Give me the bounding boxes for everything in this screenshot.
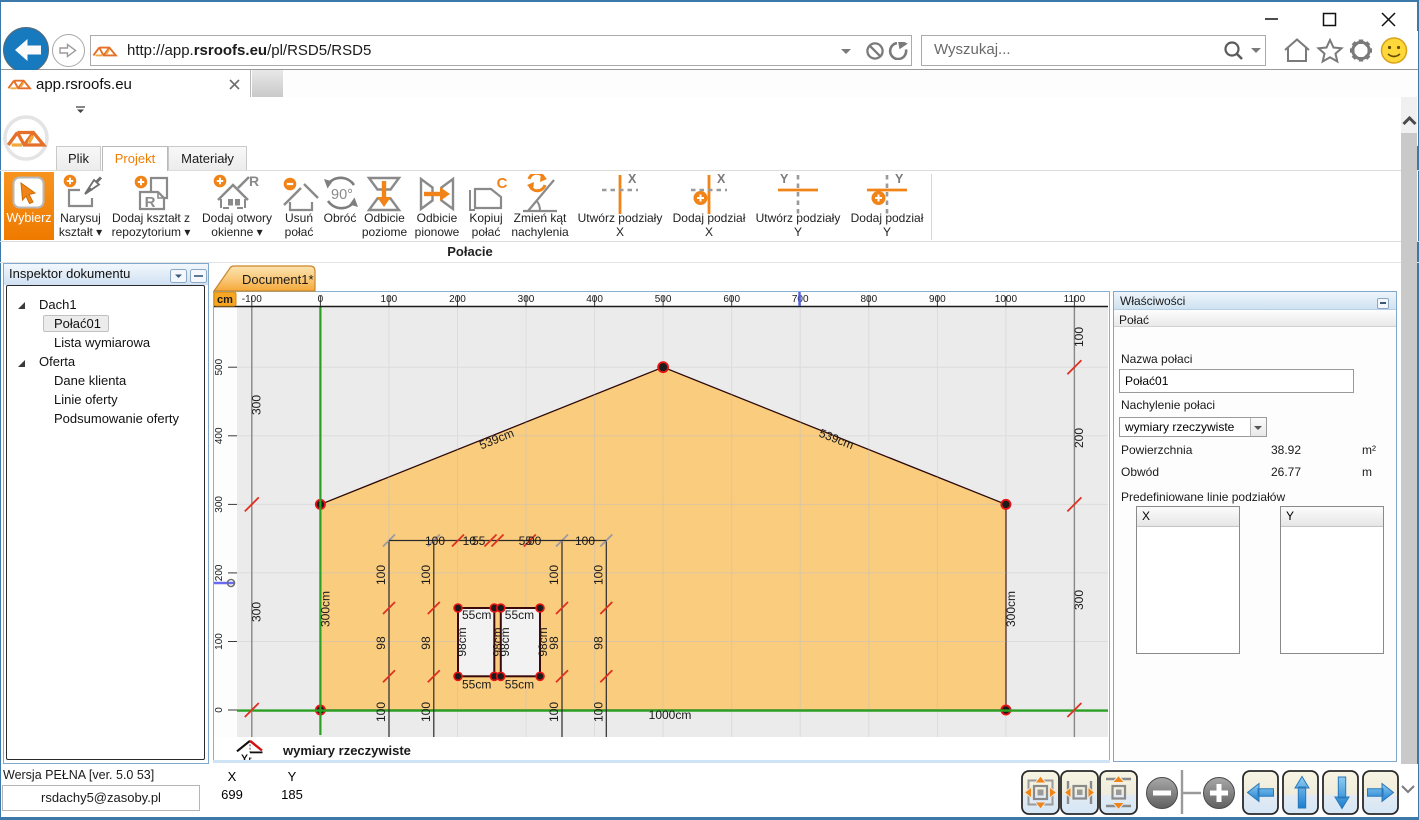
svg-text:R: R — [249, 174, 259, 189]
svg-text:55cm: 55cm — [505, 677, 534, 691]
svg-text:100: 100 — [547, 702, 561, 722]
svg-text:Y: Y — [780, 174, 789, 186]
svg-text:100: 100 — [591, 565, 605, 585]
svg-text:55cm: 55cm — [462, 608, 491, 622]
svg-text:98: 98 — [419, 636, 433, 650]
svg-text:55cm: 55cm — [505, 608, 534, 622]
svg-text:90°: 90° — [331, 187, 353, 203]
svg-text:98: 98 — [591, 636, 605, 650]
svg-text:98cm: 98cm — [455, 627, 469, 656]
svg-text:5500: 5500 — [519, 534, 542, 548]
svg-text:cm: cm — [217, 294, 233, 306]
svg-text:300: 300 — [249, 602, 263, 622]
svg-text:1000cm: 1000cm — [649, 708, 692, 722]
svg-text:100: 100 — [381, 294, 398, 305]
svg-text:300: 300 — [1072, 590, 1086, 610]
svg-text:100: 100 — [374, 565, 388, 585]
svg-text:98cm: 98cm — [536, 627, 550, 656]
svg-text:200: 200 — [1072, 428, 1086, 448]
svg-text:100: 100 — [547, 565, 561, 585]
svg-text:Document1*: Document1* — [242, 272, 314, 287]
svg-text:100: 100 — [419, 702, 433, 722]
svg-text:0: 0 — [318, 294, 324, 305]
svg-text:55cm: 55cm — [462, 677, 491, 691]
svg-text:900: 900 — [929, 294, 946, 305]
svg-text:300cm: 300cm — [318, 591, 332, 627]
svg-text:400: 400 — [214, 427, 225, 444]
svg-text:200: 200 — [214, 564, 225, 581]
svg-text:100: 100 — [214, 633, 225, 650]
svg-text:100: 100 — [575, 534, 595, 548]
svg-text:300: 300 — [214, 496, 225, 513]
svg-text:100: 100 — [374, 702, 388, 722]
svg-text:C: C — [497, 175, 507, 192]
svg-text:600: 600 — [723, 294, 740, 305]
svg-text:100: 100 — [1072, 327, 1086, 347]
svg-text:R: R — [145, 194, 156, 211]
svg-text:100: 100 — [591, 702, 605, 722]
svg-text:800: 800 — [860, 294, 877, 305]
svg-text:500: 500 — [655, 294, 672, 305]
svg-text:-100: -100 — [242, 294, 262, 305]
svg-text:100: 100 — [419, 565, 433, 585]
svg-text:300cm: 300cm — [1004, 591, 1018, 627]
svg-text:wymiary rzeczywiste: wymiary rzeczywiste — [282, 743, 411, 758]
svg-text:98cm: 98cm — [498, 627, 512, 656]
svg-text:1100: 1100 — [1064, 294, 1086, 305]
svg-text:500: 500 — [214, 358, 225, 375]
svg-text:0: 0 — [214, 707, 225, 713]
svg-text:300: 300 — [518, 294, 535, 305]
svg-text:100: 100 — [425, 534, 445, 548]
svg-text:300: 300 — [249, 395, 263, 415]
svg-text:98: 98 — [374, 636, 388, 650]
svg-text:400: 400 — [586, 294, 603, 305]
svg-text:1000: 1000 — [995, 294, 1018, 305]
svg-text:X: X — [628, 174, 637, 186]
svg-text:200: 200 — [449, 294, 466, 305]
svg-text:1055: 1055 — [463, 534, 486, 548]
svg-text:Y: Y — [895, 174, 904, 186]
svg-text:X: X — [717, 174, 726, 186]
